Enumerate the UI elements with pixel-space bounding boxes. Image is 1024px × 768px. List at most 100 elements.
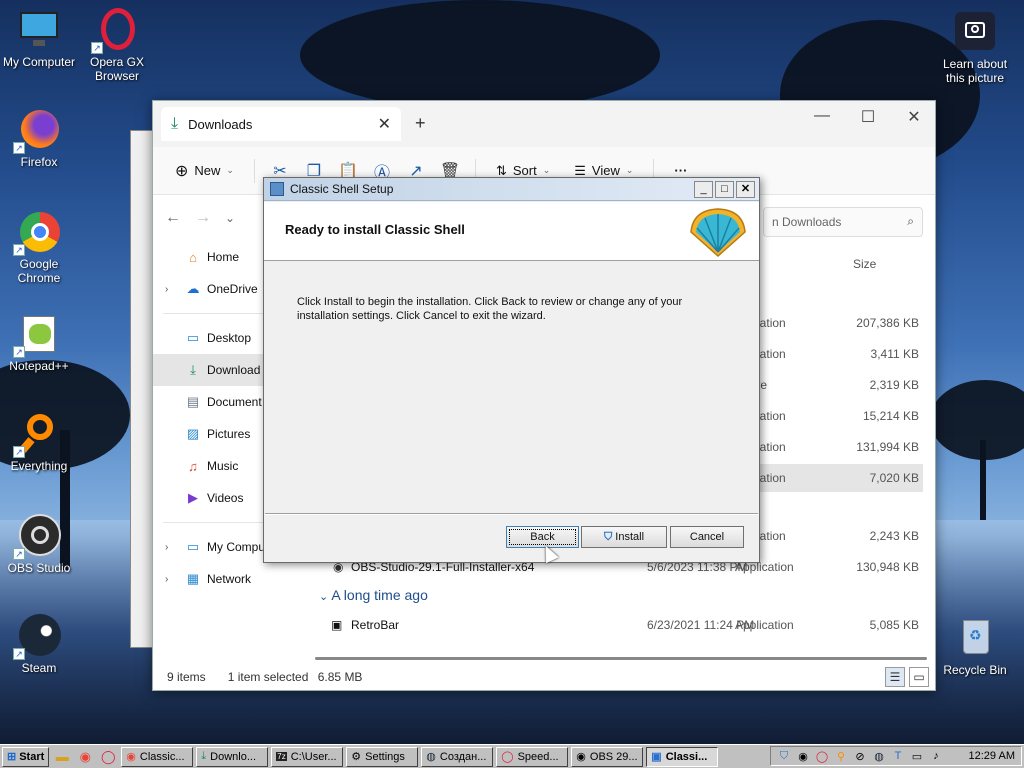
recent-locations-chevron-icon[interactable]: ⌄ xyxy=(225,211,235,225)
task-button[interactable]: ⤓ Downlo... xyxy=(196,746,269,767)
task-button[interactable]: ◯ Speed... xyxy=(496,746,569,767)
column-header-size[interactable]: Size xyxy=(853,257,876,271)
chevron-right-icon[interactable]: › xyxy=(165,574,168,585)
setup-close-button[interactable]: ✕ xyxy=(736,181,755,198)
steam-icon[interactable]: ◍ xyxy=(872,750,886,763)
monitor-icon[interactable]: ▭ xyxy=(910,750,924,763)
nav-label: Network xyxy=(207,572,252,586)
file-name: RetroBar xyxy=(351,618,400,632)
toolbar-divider xyxy=(253,158,255,183)
task-button[interactable]: ◉ Classic... xyxy=(121,746,194,767)
group-header-long-time-ago[interactable]: ⌄ A long time ago xyxy=(319,587,428,603)
wallpaper-tree-trunk xyxy=(980,440,986,520)
pictures-icon: ▨ xyxy=(186,426,200,441)
details-view-icon[interactable]: ☰ xyxy=(885,667,905,687)
windows-logo-icon: ⊞ xyxy=(7,751,17,763)
task-button[interactable]: 7z C:\User... xyxy=(271,746,344,767)
chrome-icon: ◉ xyxy=(126,751,136,763)
task-button-active[interactable]: ▣ Classi... xyxy=(646,746,719,767)
nav-label: OneDrive xyxy=(207,282,258,296)
text-input-icon[interactable]: T xyxy=(891,750,905,762)
chevron-down-icon: ⌄ xyxy=(625,165,634,175)
task-button[interactable]: ◉ OBS 29... xyxy=(571,746,644,767)
chevron-right-icon[interactable]: › xyxy=(165,542,168,553)
file-size: 15,214 KB xyxy=(862,409,919,423)
notepad-plus-plus-icon: ↗ xyxy=(13,312,61,358)
new-button[interactable]: ⊕ New ⌄ xyxy=(165,155,244,187)
everything-search-icon[interactable]: ⚲ xyxy=(834,750,848,763)
start-label: Start xyxy=(19,750,45,763)
setup-maximize-button[interactable]: □ xyxy=(715,181,734,198)
file-type: Application xyxy=(735,618,794,632)
shortcut-arrow-icon: ↗ xyxy=(13,446,25,458)
shortcut-arrow-icon: ↗ xyxy=(13,244,25,256)
chrome-icon: ↗ xyxy=(13,210,61,256)
task-button[interactable]: ⚙ Settings xyxy=(346,746,419,767)
explorer-titlebar[interactable]: ⤓ Downloads ✕ + — ☐ ✕ xyxy=(153,101,935,147)
setup-divider xyxy=(265,513,758,515)
obs-studio-icon[interactable]: ◉ xyxy=(796,750,810,763)
tab-downloads[interactable]: ⤓ Downloads ✕ xyxy=(161,107,401,141)
desktop-icon-my-computer[interactable]: My Computer xyxy=(0,8,78,69)
setup-minimize-button[interactable]: _ xyxy=(694,181,713,198)
desktop-icon-firefox[interactable]: ↗ Firefox xyxy=(0,108,78,169)
chevron-down-icon: ⌄ xyxy=(226,165,234,175)
opera-gx-icon[interactable]: ◯ xyxy=(815,750,829,763)
nav-label: Pictures xyxy=(207,427,251,441)
clock[interactable]: 12:29 AM xyxy=(969,750,1021,762)
chevron-down-icon: ⌄ xyxy=(319,591,329,603)
plus-circle-icon: ⊕ xyxy=(175,162,189,180)
classic-shell-logo-icon xyxy=(690,208,746,258)
chevron-right-icon[interactable]: › xyxy=(165,284,168,295)
close-tab-icon[interactable]: ✕ xyxy=(378,114,391,134)
install-button[interactable]: ⛉ Install xyxy=(581,526,667,548)
desktop-icon-obs-studio[interactable]: ↗ OBS Studio xyxy=(0,514,78,575)
desktop-icon-opera-gx[interactable]: ↗ Opera GX Browser xyxy=(78,8,156,83)
close-window-button[interactable]: ✕ xyxy=(891,107,937,127)
steam-icon: ◍ xyxy=(426,751,436,763)
camera-icon xyxy=(953,10,997,54)
home-icon: ⌂ xyxy=(189,249,197,265)
start-button[interactable]: ⊞ Start xyxy=(2,746,50,767)
maximize-button[interactable]: ☐ xyxy=(845,107,891,127)
desktop-icon-recycle-bin[interactable]: ♻ Recycle Bin xyxy=(936,616,1014,677)
nav-item-network[interactable]: › ▦ Network xyxy=(153,563,311,595)
new-tab-button[interactable]: + xyxy=(415,113,426,134)
desktop-icon-learn-about-picture[interactable]: Learn about this picture xyxy=(936,10,1014,85)
desktop-icon-steam[interactable]: ↗ Steam xyxy=(0,614,78,675)
security-shield-icon[interactable]: ⛉ xyxy=(777,750,791,763)
quicklaunch-chrome-icon[interactable]: ◉ xyxy=(75,747,95,767)
search-input[interactable]: n Downloads ⌕ xyxy=(763,207,923,237)
quicklaunch-folder-icon[interactable]: ▬ xyxy=(52,747,72,767)
file-size: 2,319 KB xyxy=(869,378,919,392)
desktop-icon-label: Notepad++ xyxy=(9,359,69,373)
search-placeholder: n Downloads xyxy=(772,215,842,229)
shortcut-arrow-icon: ↗ xyxy=(13,548,25,560)
desktop-icon-label: Opera GX Browser xyxy=(89,55,145,83)
desktop-icon-chrome[interactable]: ↗ Google Chrome xyxy=(0,210,78,285)
system-tray: ⛉ ◉ ◯ ⚲ ⊘ ◍ T ▭ ♪ 12:29 AM xyxy=(770,746,1022,766)
task-button[interactable]: ◍ Создан... xyxy=(421,746,494,767)
obs-studio-icon: ↗ xyxy=(13,514,61,560)
forward-arrow-icon[interactable]: → xyxy=(195,209,211,227)
minimize-button[interactable]: — xyxy=(799,107,845,125)
download-arrow-icon: ⤓ xyxy=(171,115,179,132)
desktop-icon-everything[interactable]: ↗ Everything xyxy=(0,412,78,473)
nav-label: Download xyxy=(207,363,261,377)
view-toggle: ☰ ▭ xyxy=(885,667,929,687)
desktop-icon-label: My Computer xyxy=(2,55,76,69)
classic-shell-setup-dialog[interactable]: Classic Shell Setup _ □ ✕ Ready to insta… xyxy=(263,177,760,563)
volume-icon[interactable]: ♪ xyxy=(929,750,943,762)
network-disconnected-icon[interactable]: ⊘ xyxy=(853,750,867,763)
file-row[interactable]: ▣ RetroBar 6/23/2021 11:24 PM Applicatio… xyxy=(313,611,923,639)
quicklaunch-opera-gx-icon[interactable]: ◯ xyxy=(98,747,118,767)
tiles-view-icon[interactable]: ▭ xyxy=(909,667,929,687)
setup-titlebar[interactable]: Classic Shell Setup _ □ ✕ xyxy=(264,178,759,201)
desktop-icon-notepad-plus-plus[interactable]: ↗ Notepad++ xyxy=(0,312,78,373)
desktop-icon-label: Firefox xyxy=(20,155,58,169)
back-arrow-icon[interactable]: ← xyxy=(165,209,181,227)
horizontal-scrollbar[interactable] xyxy=(315,657,927,660)
back-button[interactable]: Back xyxy=(506,526,579,548)
cancel-button[interactable]: Cancel xyxy=(670,526,744,548)
task-label: Downlo... xyxy=(210,750,257,763)
